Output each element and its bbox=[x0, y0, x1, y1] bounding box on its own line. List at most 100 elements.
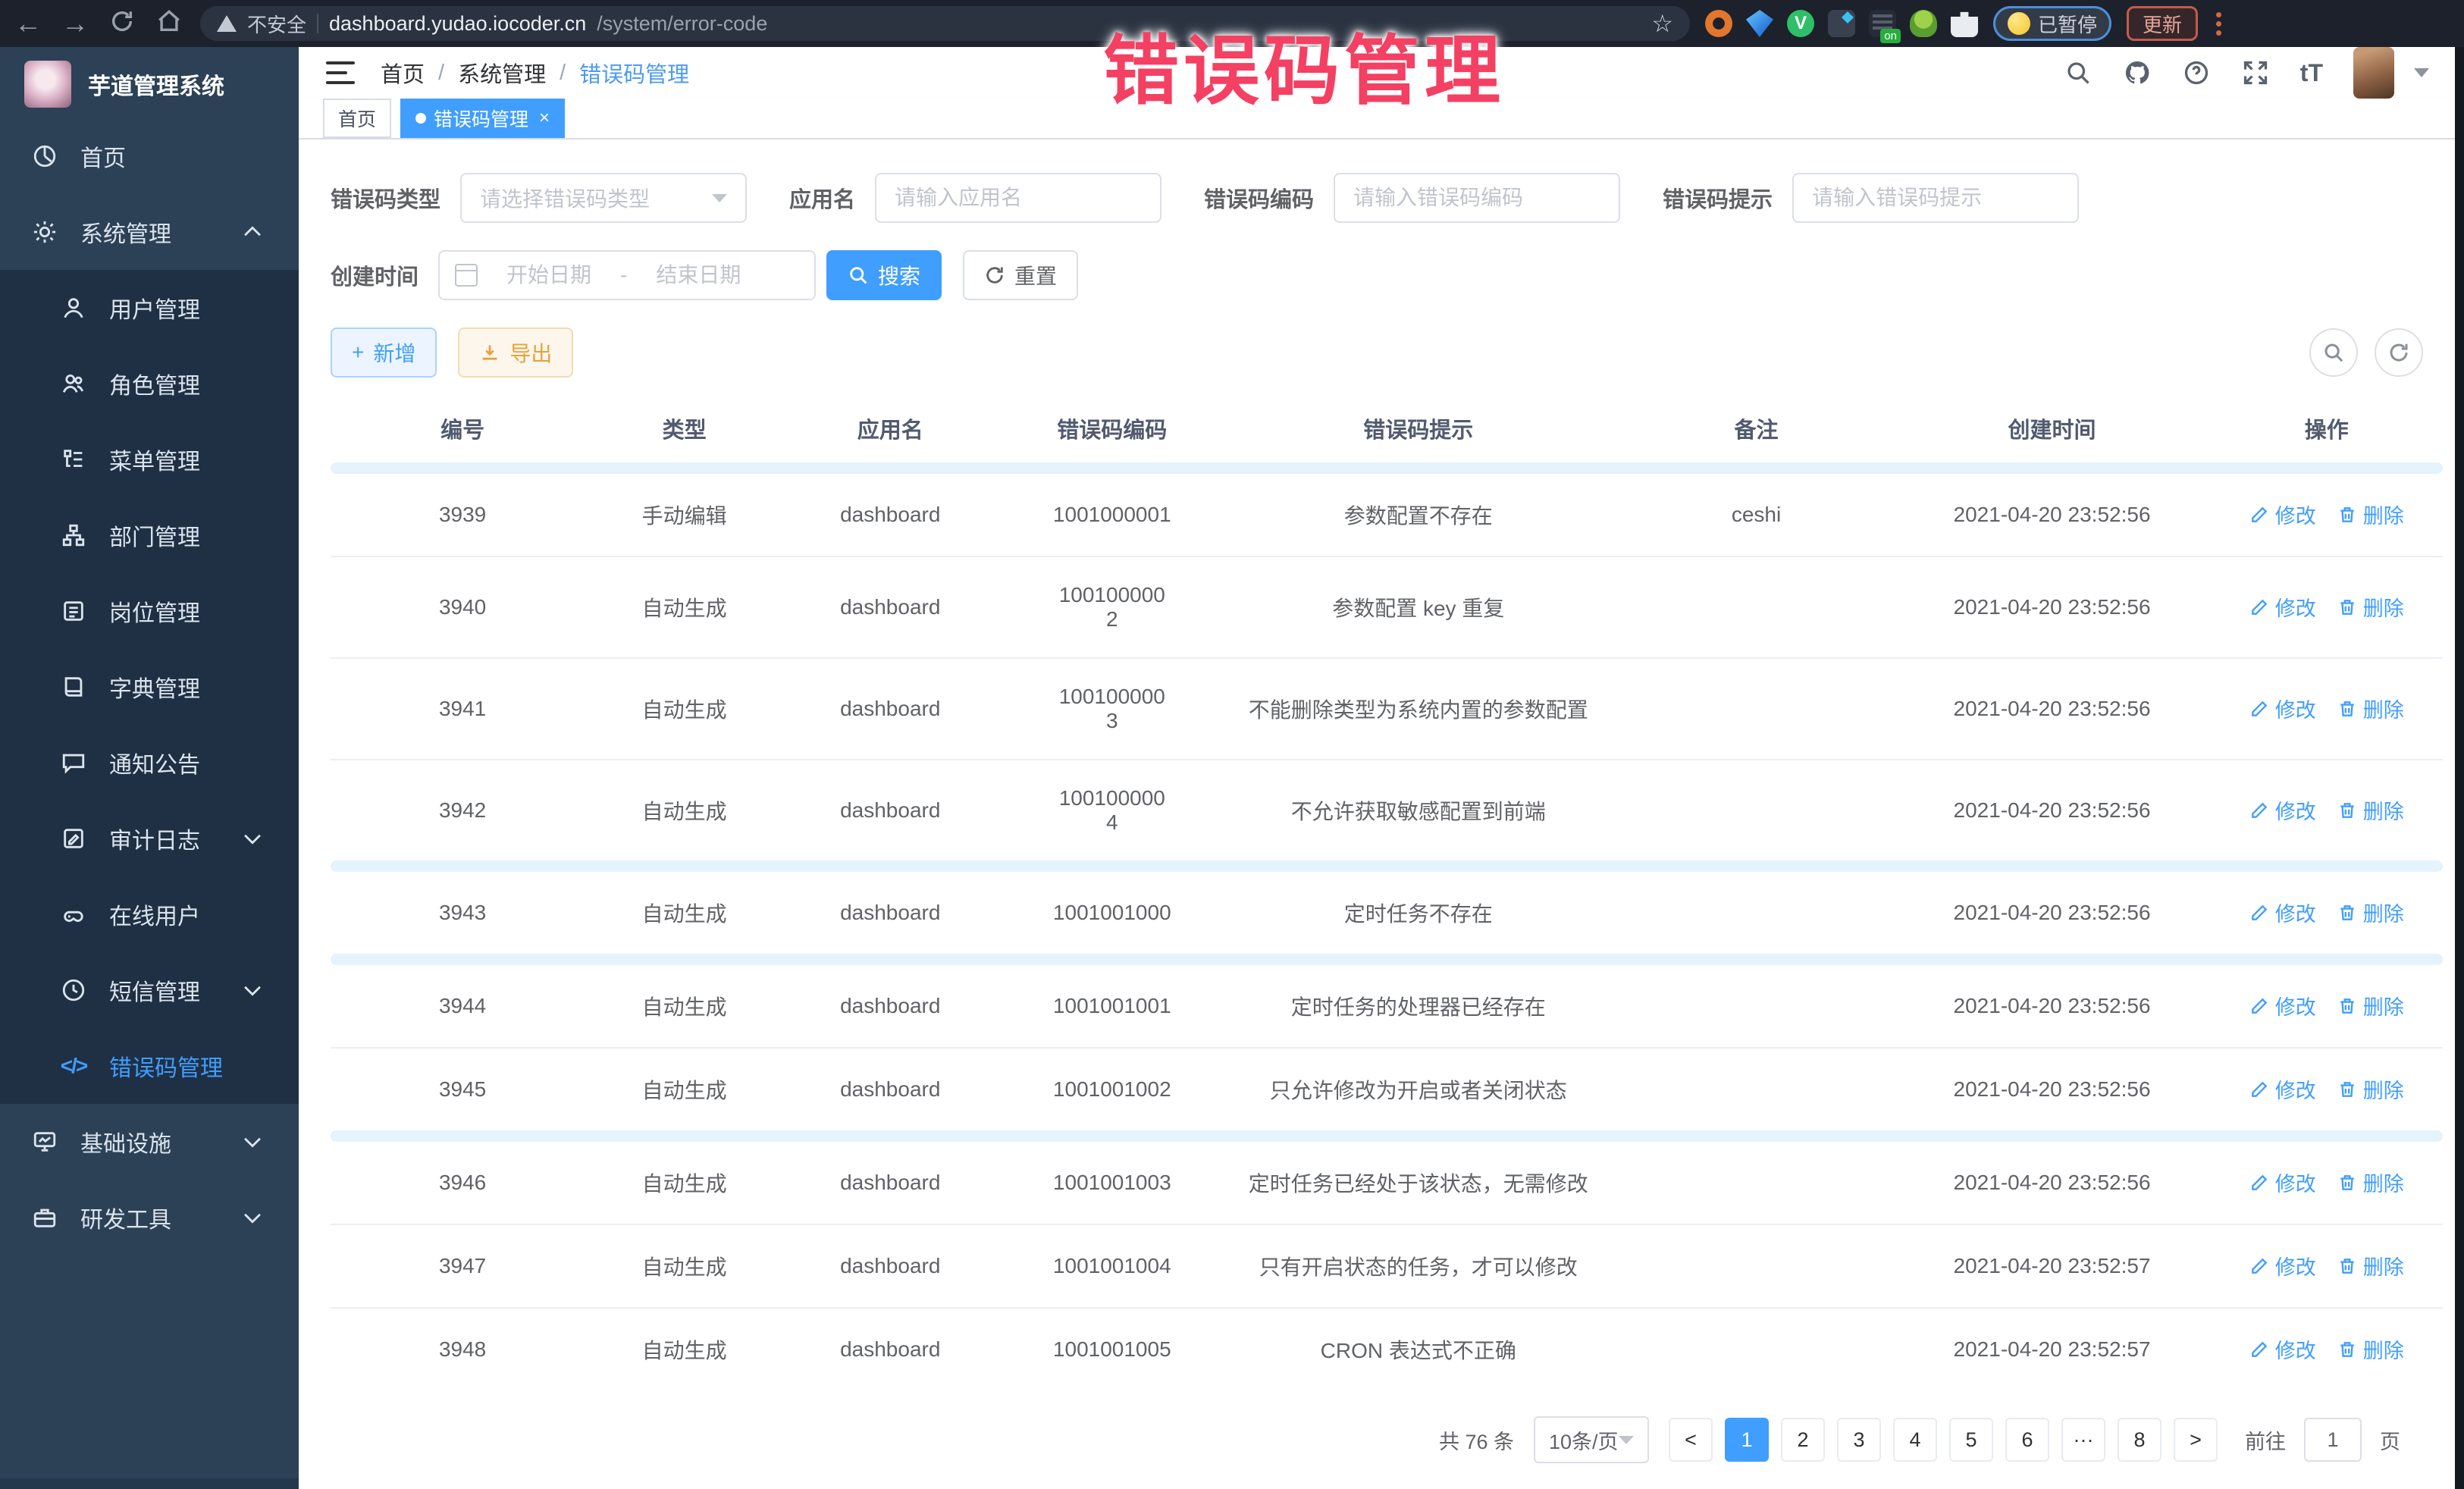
sidebar-item-dict[interactable]: 字典管理 bbox=[0, 649, 299, 725]
extension-grid-icon[interactable] bbox=[1828, 10, 1855, 37]
breadcrumb-home[interactable]: 首页 bbox=[381, 57, 425, 89]
page-button-6[interactable]: 6 bbox=[2005, 1418, 2049, 1462]
sidebar-item-home[interactable]: 首页 bbox=[0, 118, 299, 194]
date-range-picker[interactable]: - bbox=[438, 250, 816, 300]
avatar-caret-icon[interactable] bbox=[2414, 68, 2429, 77]
table-row[interactable]: 3942自动生成dashboard 1001000004 不允许获取敏感配置到前… bbox=[331, 760, 2443, 860]
page-button-4[interactable]: 4 bbox=[1893, 1418, 1937, 1462]
delete-button[interactable]: 删除 bbox=[2337, 694, 2404, 723]
page-ellipsis[interactable]: ··· bbox=[2061, 1418, 2105, 1462]
start-date-input[interactable] bbox=[488, 263, 610, 287]
edit-button[interactable]: 修改 bbox=[2249, 1074, 2316, 1104]
sidebar-item-online-users[interactable]: 在线用户 bbox=[0, 876, 299, 952]
delete-button[interactable]: 删除 bbox=[2337, 898, 2404, 927]
table-row[interactable]: 3941自动生成dashboard 1001000003 不能删除类型为系统内置… bbox=[331, 658, 2443, 760]
edit-button[interactable]: 修改 bbox=[2249, 592, 2316, 622]
error-type-select[interactable]: 请选择错误码类型 bbox=[460, 173, 747, 223]
app-name-input[interactable] bbox=[875, 173, 1161, 223]
reset-button[interactable]: 重置 bbox=[963, 250, 1078, 300]
user-avatar[interactable] bbox=[2353, 47, 2394, 99]
extensions-puzzle-icon[interactable] bbox=[1951, 10, 1978, 37]
chrome-menu-icon[interactable] bbox=[2216, 12, 2221, 36]
sidebar-item-sms[interactable]: 短信管理 bbox=[0, 952, 299, 1028]
extension-gem-icon[interactable] bbox=[1746, 10, 1773, 37]
breadcrumb-system[interactable]: 系统管理 bbox=[458, 57, 546, 89]
table-row[interactable]: 3948自动生成dashboard 1001001005 CRON 表达式不正确… bbox=[331, 1308, 2443, 1390]
browser-home-icon[interactable] bbox=[153, 8, 185, 39]
browser-back-icon[interactable]: ← bbox=[12, 10, 44, 37]
chrome-update-button[interactable]: 更新 bbox=[2127, 6, 2198, 41]
sidebar-item-departments[interactable]: 部门管理 bbox=[0, 497, 299, 573]
table-row[interactable]: 3943自动生成dashboard 1001001000 定时任务不存在2021… bbox=[331, 872, 2443, 954]
page-button-5[interactable]: 5 bbox=[1949, 1418, 1993, 1462]
tab-error-code[interactable]: 错误码管理 × bbox=[400, 99, 565, 138]
delete-button[interactable]: 删除 bbox=[2337, 991, 2404, 1020]
table-row[interactable]: 3947自动生成dashboard 1001001004 只有开启状态的任务，才… bbox=[331, 1224, 2443, 1308]
next-page-button[interactable]: > bbox=[2174, 1418, 2218, 1462]
delete-button[interactable]: 删除 bbox=[2337, 795, 2404, 825]
add-button[interactable]: + 新增 bbox=[331, 328, 437, 378]
fullscreen-icon[interactable] bbox=[2241, 58, 2270, 87]
table-row[interactable]: 3940自动生成dashboard 1001000002 参数配置 key 重复… bbox=[331, 556, 2443, 658]
help-icon[interactable] bbox=[2182, 58, 2211, 87]
extension-switch-icon[interactable]: on bbox=[1869, 10, 1896, 37]
edit-button[interactable]: 修改 bbox=[2249, 1251, 2316, 1281]
page-size-select[interactable]: 10条/页 bbox=[1534, 1416, 1649, 1463]
delete-button[interactable]: 删除 bbox=[2337, 1251, 2404, 1281]
error-msg-input[interactable] bbox=[1792, 173, 2079, 223]
page-button-3[interactable]: 3 bbox=[1837, 1418, 1881, 1462]
edit-button[interactable]: 修改 bbox=[2249, 991, 2316, 1020]
table-row[interactable]: 3944自动生成dashboard 1001001001 定时任务的处理器已经存… bbox=[331, 965, 2443, 1048]
page-button-2[interactable]: 2 bbox=[1781, 1418, 1825, 1462]
table-row[interactable]: 3939手动编辑dashboard 1001000001 参数配置不存在cesh… bbox=[331, 474, 2443, 556]
search-icon[interactable] bbox=[2064, 58, 2093, 87]
delete-button[interactable]: 删除 bbox=[2337, 1168, 2404, 1197]
sidebar-item-infrastructure[interactable]: 基础设施 bbox=[0, 1104, 299, 1180]
edit-button[interactable]: 修改 bbox=[2249, 795, 2316, 825]
sidebar-footer-bar[interactable] bbox=[0, 1478, 299, 1489]
prev-page-button[interactable]: < bbox=[1669, 1418, 1713, 1462]
profile-paused-pill[interactable]: 已暂停 bbox=[1993, 6, 2111, 41]
delete-button[interactable]: 删除 bbox=[2337, 1334, 2404, 1364]
sidebar-item-error-code[interactable]: </> 错误码管理 bbox=[0, 1028, 299, 1104]
edit-button[interactable]: 修改 bbox=[2249, 694, 2316, 723]
sidebar-item-notice[interactable]: 通知公告 bbox=[0, 725, 299, 801]
edit-button[interactable]: 修改 bbox=[2249, 1168, 2316, 1197]
browser-reload-icon[interactable] bbox=[106, 8, 138, 39]
end-date-input[interactable] bbox=[638, 263, 759, 287]
sidebar-item-dev-tools[interactable]: 研发工具 bbox=[0, 1180, 299, 1255]
delete-button[interactable]: 删除 bbox=[2337, 1074, 2404, 1104]
export-button[interactable]: 导出 bbox=[458, 328, 573, 378]
edit-button[interactable]: 修改 bbox=[2249, 1334, 2316, 1364]
sidebar-item-menus[interactable]: 菜单管理 bbox=[0, 422, 299, 497]
goto-page-input[interactable] bbox=[2304, 1418, 2362, 1462]
tab-home[interactable]: 首页 bbox=[323, 99, 391, 138]
table-row[interactable]: 3946自动生成dashboard 1001001003 定时任务已经处于该状态… bbox=[331, 1142, 2443, 1224]
delete-button[interactable]: 删除 bbox=[2337, 592, 2404, 622]
extension-orange-icon[interactable] bbox=[1705, 10, 1732, 37]
font-size-icon[interactable]: tT bbox=[2300, 59, 2323, 87]
sidebar-logo-row[interactable]: 芋道管理系统 bbox=[0, 47, 299, 118]
page-button-1[interactable]: 1 bbox=[1725, 1418, 1769, 1462]
page-button-8[interactable]: 8 bbox=[2118, 1418, 2161, 1462]
bookmark-star-icon[interactable]: ☆ bbox=[1651, 9, 1673, 38]
sidebar-item-roles[interactable]: 角色管理 bbox=[0, 346, 299, 422]
search-button[interactable]: 搜索 bbox=[826, 250, 942, 300]
error-code-input[interactable] bbox=[1334, 173, 1620, 223]
vue-devtools-icon[interactable]: V bbox=[1787, 10, 1814, 37]
edit-button[interactable]: 修改 bbox=[2249, 898, 2316, 927]
table-row[interactable]: 3945自动生成dashboard 1001001002 只允许修改为开启或者关… bbox=[331, 1048, 2443, 1130]
edit-button[interactable]: 修改 bbox=[2249, 500, 2316, 529]
delete-button[interactable]: 删除 bbox=[2337, 500, 2404, 529]
sidebar-item-users[interactable]: 用户管理 bbox=[0, 270, 299, 346]
show-search-toggle-icon[interactable] bbox=[2309, 328, 2358, 377]
sidebar-item-posts[interactable]: 岗位管理 bbox=[0, 573, 299, 649]
extension-spy-icon[interactable] bbox=[1910, 10, 1937, 37]
refresh-table-icon[interactable] bbox=[2375, 328, 2423, 377]
sidebar-item-system[interactable]: 系统管理 bbox=[0, 194, 299, 270]
github-icon[interactable] bbox=[2123, 58, 2152, 87]
hamburger-icon[interactable] bbox=[326, 61, 355, 84]
tab-close-icon[interactable]: × bbox=[539, 108, 550, 129]
sidebar-item-audit-log[interactable]: 审计日志 bbox=[0, 801, 299, 876]
browser-forward-icon[interactable]: → bbox=[59, 10, 91, 37]
